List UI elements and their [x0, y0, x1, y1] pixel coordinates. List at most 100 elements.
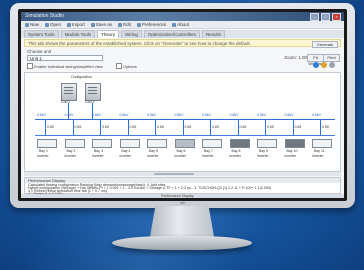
generate-button[interactable]: Generate	[312, 41, 338, 48]
bay-voltage-label: 0.5kV	[202, 113, 211, 117]
bay-value-label: 0.65	[102, 125, 109, 129]
options-toggle[interactable]: Options	[116, 63, 137, 69]
bay-voltage-label: 0.5kV	[229, 113, 239, 117]
checkbox[interactable]	[27, 63, 33, 69]
unit-select[interactable]: Unit 1	[27, 55, 103, 61]
tab-system-tools[interactable]: System Tools	[24, 30, 59, 38]
bay-voltage-label: 0.5kV	[92, 113, 101, 117]
status-text: Performance Display	[161, 194, 194, 198]
bay-connector	[292, 120, 294, 135]
grid-node-left[interactable]	[61, 83, 77, 101]
bay-connector	[155, 120, 156, 135]
grid-node-right[interactable]	[85, 83, 101, 101]
bay-value-label: 0.65	[157, 125, 164, 129]
bay-device[interactable]	[174, 139, 195, 148]
menubar: New Open Import Save as Edit Preferences…	[21, 21, 344, 29]
horizontal-scrollbar[interactable]	[24, 172, 341, 176]
close-button[interactable]: ×	[332, 13, 341, 21]
power-led	[180, 202, 185, 204]
diagram-canvas[interactable]: Configuration Grid 1 Grid 2 0.5kV 0.65 Bay…	[24, 72, 341, 172]
fit-window-button[interactable]: Fit Window	[307, 54, 324, 66]
bay-connector	[182, 120, 184, 135]
bay-connector	[45, 120, 46, 135]
bay-sub-label: inverter	[229, 154, 242, 158]
bay-value-label: 0.65	[267, 125, 274, 129]
bay-value-label: 0.65	[212, 125, 219, 129]
bay-name-label: Bay 11	[314, 149, 325, 153]
bay-device[interactable]	[229, 139, 250, 148]
edit-icon	[118, 22, 123, 27]
bay-name-label: Bay 9	[259, 149, 268, 153]
bay-device[interactable]	[257, 139, 277, 148]
bay-sub-label: inverter	[37, 154, 49, 158]
bay-voltage-label: 0.5kV	[284, 113, 294, 117]
warning-icon[interactable]	[321, 62, 327, 68]
bay-device[interactable]	[312, 139, 332, 148]
bay-voltage-label: 0.5kV	[147, 113, 156, 117]
output-panel: Performance Display Calculated flowing c…	[24, 177, 341, 196]
menu-edit[interactable]: Edit	[118, 21, 131, 28]
system-toolbar: Choose unit Unit 1 Enable individual wir…	[24, 49, 341, 71]
bay-name-label: Bay 5	[149, 149, 158, 153]
bay-voltage-label: 0.5kV	[119, 113, 129, 117]
bay-name-label: Bay 2	[66, 149, 76, 153]
bay-name-label: Bay 7	[204, 149, 213, 153]
bay-value-label: 0.65	[129, 125, 137, 129]
bay-sub-label: inverter	[202, 154, 214, 158]
bay-device[interactable]	[37, 139, 57, 148]
bay-name-label: Bay 8	[231, 149, 241, 153]
bay-sub-label: inverter	[92, 154, 104, 158]
scrollbar-thumb[interactable]	[154, 173, 194, 175]
monitor-stand-base	[112, 236, 252, 250]
preferences-icon	[136, 22, 141, 27]
open-icon	[45, 22, 50, 27]
grid-node-left-label: Grid 1	[61, 100, 71, 104]
monitor: Simulation Studio – □ × New Open Import …	[10, 3, 355, 208]
bay-value-label: 0.65	[322, 125, 329, 129]
bay-connector	[210, 120, 211, 135]
simplified-view-toggle[interactable]: Enable individual wiring/simplified view	[27, 63, 103, 69]
diagram-top-label: Configuration	[71, 75, 92, 79]
bay-sub-label: inverter	[284, 154, 297, 158]
tab-theory[interactable]: Theory	[97, 30, 120, 38]
menu-open[interactable]: Open	[45, 21, 61, 28]
help-icon[interactable]	[329, 62, 335, 68]
menu-about[interactable]: About	[172, 21, 189, 28]
bay-voltage-label: 0.5kV	[174, 113, 184, 117]
bay-device[interactable]	[119, 139, 140, 148]
tab-wiring[interactable]: Wiring	[121, 30, 142, 38]
tab-module-tools[interactable]: Module Tools	[60, 30, 96, 38]
bay-value-label: 0.65	[74, 125, 82, 129]
bay-value-label: 0.65	[184, 125, 192, 129]
bay-value-label: 0.65	[47, 125, 54, 129]
bay-value-label: 0.65	[294, 125, 302, 129]
grid-node-right-label: Grid 2	[85, 100, 95, 104]
secondary-busbar	[35, 135, 335, 137]
bay-connector	[72, 120, 74, 135]
bay-sub-label: inverter	[174, 154, 187, 158]
bay-name-label: Bay 1	[39, 149, 48, 153]
tabbar: System Tools Module Tools Theory Wiring …	[21, 30, 344, 38]
bay-device[interactable]	[92, 139, 112, 148]
maximize-button[interactable]: □	[321, 13, 330, 21]
minimize-button[interactable]: –	[310, 13, 319, 21]
bay-device[interactable]	[202, 139, 222, 148]
statusbar: Performance Display	[21, 194, 344, 198]
print-button[interactable]: Print	[323, 54, 340, 62]
menu-save-as[interactable]: Save as	[90, 21, 112, 28]
menu-preferences[interactable]: Preferences	[136, 21, 166, 28]
monitor-stand-neck	[149, 206, 215, 238]
info-icon[interactable]	[313, 62, 319, 68]
import-icon	[67, 22, 72, 27]
tab-results[interactable]: Results	[201, 30, 225, 38]
menu-new[interactable]: New	[25, 21, 39, 28]
bay-device[interactable]	[64, 139, 85, 148]
checkbox[interactable]	[116, 63, 122, 69]
bay-device[interactable]	[284, 139, 305, 148]
bay-voltage-label: 0.5kV	[37, 113, 46, 117]
tab-optimization[interactable]: Optimization/Controllers	[143, 30, 200, 38]
menu-import[interactable]: Import	[67, 21, 85, 28]
bay-value-label: 0.65	[239, 125, 247, 129]
info-banner: This tab shows the parameters of the est…	[24, 39, 341, 48]
bay-device[interactable]	[147, 139, 167, 148]
